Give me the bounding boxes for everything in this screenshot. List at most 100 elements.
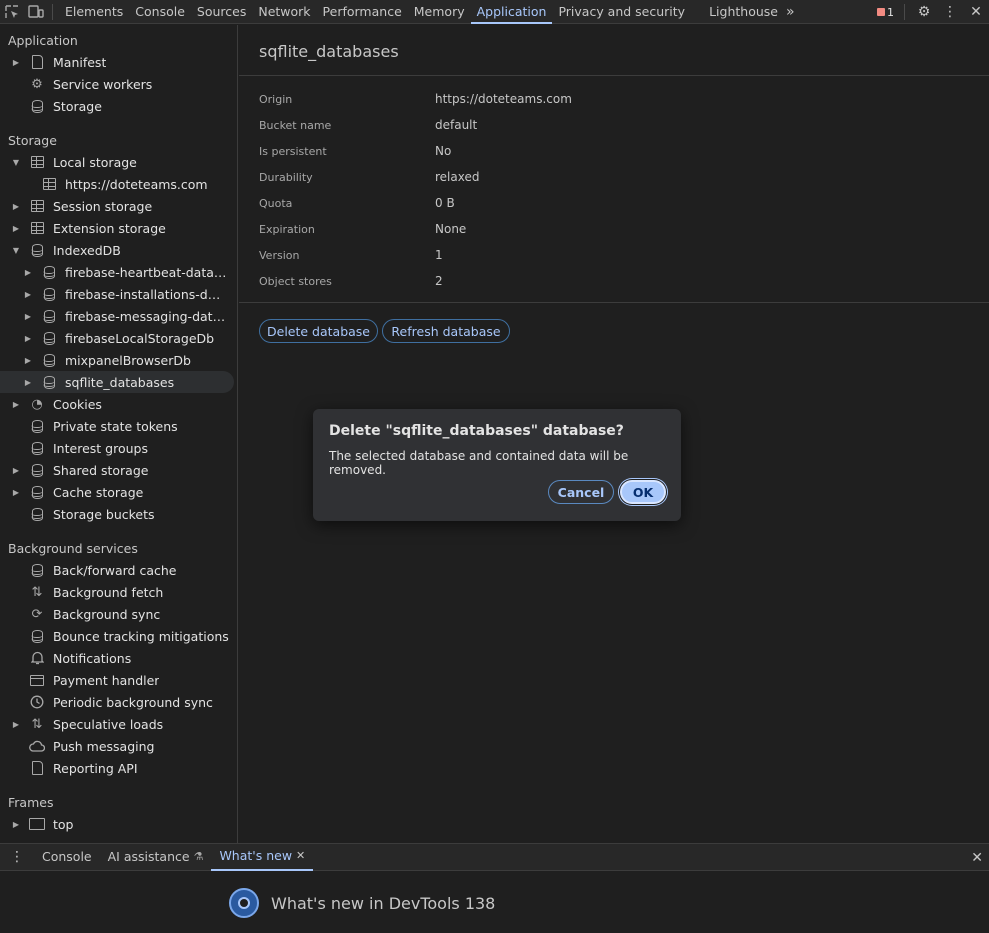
table-icon bbox=[30, 222, 44, 234]
field-value-bucket-name: default bbox=[435, 118, 478, 132]
sidebar-item-shared-storage[interactable]: ▶ Shared storage bbox=[0, 459, 234, 481]
more-tabs-button[interactable]: » bbox=[784, 0, 797, 24]
database-icon bbox=[31, 441, 43, 455]
credit-card-icon bbox=[30, 674, 44, 686]
sidebar-item-reporting-api[interactable]: Reporting API bbox=[0, 757, 234, 779]
page-title: sqflite_databases bbox=[259, 42, 399, 61]
sidebar-item-back-forward-cache[interactable]: Back/forward cache bbox=[0, 559, 234, 581]
expand-arrow-icon[interactable]: ▶ bbox=[23, 378, 33, 387]
tab-performance[interactable]: Performance bbox=[317, 0, 408, 24]
sidebar-item-background-sync[interactable]: ⟳ Background sync bbox=[0, 603, 234, 625]
section-application: Application bbox=[8, 33, 78, 48]
sidebar-item-periodic-background-sync[interactable]: Periodic background sync bbox=[0, 691, 234, 713]
collapse-arrow-icon[interactable]: ▼ bbox=[11, 158, 21, 167]
collapse-arrow-icon[interactable]: ▼ bbox=[11, 246, 21, 255]
database-icon bbox=[31, 507, 43, 521]
up-down-arrows-icon: ⇅ bbox=[31, 716, 43, 732]
sidebar-item-interest-groups[interactable]: Interest groups bbox=[0, 437, 234, 459]
sidebar-item-db-sqflite[interactable]: ▶ sqflite_databases bbox=[0, 371, 234, 393]
sidebar-item-private-state-tokens[interactable]: Private state tokens bbox=[0, 415, 234, 437]
expand-arrow-icon[interactable]: ▶ bbox=[23, 312, 33, 321]
close-tab-icon[interactable]: ✕ bbox=[296, 842, 305, 870]
sidebar-item-cache-storage[interactable]: ▶ Cache storage bbox=[0, 481, 234, 503]
expand-arrow-icon[interactable]: ▶ bbox=[11, 400, 21, 409]
dialog-message: The selected database and contained data… bbox=[329, 449, 629, 477]
expand-arrow-icon[interactable]: ▶ bbox=[11, 224, 21, 233]
sidebar-item-storage-buckets[interactable]: Storage buckets bbox=[0, 503, 234, 525]
device-toolbar-icon[interactable] bbox=[24, 0, 48, 24]
tab-network[interactable]: Network bbox=[252, 0, 316, 24]
sidebar-item-notifications[interactable]: Notifications bbox=[0, 647, 234, 669]
sidebar-item-local-storage[interactable]: ▼ Local storage bbox=[0, 151, 234, 173]
tab-sources[interactable]: Sources bbox=[191, 0, 252, 24]
expand-arrow-icon[interactable]: ▶ bbox=[11, 720, 21, 729]
field-value-origin: https://doteteams.com bbox=[435, 92, 572, 106]
frame-icon bbox=[29, 818, 45, 830]
close-drawer-icon[interactable]: ✕ bbox=[971, 844, 983, 872]
sidebar-item-local-origin[interactable]: https://doteteams.com bbox=[0, 173, 234, 195]
ok-button[interactable]: OK bbox=[620, 480, 666, 504]
sidebar-item-cookies[interactable]: ▶ ◔ Cookies bbox=[0, 393, 234, 415]
sidebar-item-payment-handler[interactable]: Payment handler bbox=[0, 669, 234, 691]
expand-arrow-icon[interactable]: ▶ bbox=[11, 820, 21, 829]
sidebar-item-db-firebase-local-storage[interactable]: ▶ firebaseLocalStorageDb bbox=[0, 327, 234, 349]
sidebar-item-db-firebase-installations[interactable]: ▶firebase-installations-database bbox=[0, 283, 234, 305]
sidebar-item-db-firebase-messaging[interactable]: ▶firebase-messaging-database bbox=[0, 305, 234, 327]
toolbar-divider bbox=[52, 3, 53, 20]
drawer-tabbar: ⋮ Console AI assistance ⚗ What's new ✕ ✕ bbox=[0, 843, 989, 871]
cookie-icon: ◔ bbox=[31, 396, 43, 412]
more-options-icon[interactable]: ⋮ bbox=[937, 0, 963, 24]
tab-memory[interactable]: Memory bbox=[408, 0, 471, 24]
sidebar-item-extension-storage[interactable]: ▶ Extension storage bbox=[0, 217, 234, 239]
sidebar-item-push-messaging[interactable]: Push messaging bbox=[0, 735, 234, 757]
database-icon bbox=[31, 485, 43, 499]
drawer-tab-ai-assistance[interactable]: AI assistance ⚗ bbox=[100, 843, 212, 871]
header-divider bbox=[239, 75, 989, 76]
close-devtools-icon[interactable]: ✕ bbox=[963, 0, 989, 24]
sidebar-item-speculative-loads[interactable]: ▶ ⇅ Speculative loads bbox=[0, 713, 234, 735]
inspect-element-icon[interactable] bbox=[0, 0, 24, 24]
sidebar-item-frame-top[interactable]: ▶ top bbox=[0, 813, 234, 835]
field-value-is-persistent: No bbox=[435, 144, 452, 158]
expand-arrow-icon[interactable]: ▶ bbox=[11, 58, 21, 67]
settings-gear-icon[interactable]: ⚙ bbox=[911, 0, 937, 24]
sidebar-item-storage[interactable]: Storage bbox=[0, 95, 234, 117]
database-icon bbox=[31, 99, 43, 113]
drawer-tab-console[interactable]: Console bbox=[34, 843, 100, 871]
expand-arrow-icon[interactable]: ▶ bbox=[11, 466, 21, 475]
database-icon bbox=[43, 287, 55, 301]
expand-arrow-icon[interactable]: ▶ bbox=[23, 356, 33, 365]
cloud-icon bbox=[29, 740, 45, 752]
sidebar-item-service-workers[interactable]: ⚙ Service workers bbox=[0, 73, 234, 95]
tab-application[interactable]: Application bbox=[470, 0, 553, 24]
drawer-tab-whats-new[interactable]: What's new ✕ bbox=[211, 842, 314, 871]
drawer-menu-icon[interactable]: ⋮ bbox=[0, 843, 34, 871]
field-key-origin: Origin bbox=[259, 93, 293, 106]
delete-confirm-dialog: Delete "sqflite_databases" database? The… bbox=[313, 409, 681, 521]
tab-elements[interactable]: Elements bbox=[59, 0, 129, 24]
sidebar-item-session-storage[interactable]: ▶ Session storage bbox=[0, 195, 234, 217]
flask-icon: ⚗ bbox=[193, 850, 204, 863]
field-key-durability: Durability bbox=[259, 171, 313, 184]
sidebar-item-db-firebase-heartbeat[interactable]: ▶ firebase-heartbeat-database bbox=[0, 261, 234, 283]
tab-console[interactable]: Console bbox=[129, 0, 191, 24]
delete-database-button[interactable]: Delete database bbox=[259, 319, 378, 343]
expand-arrow-icon[interactable]: ▶ bbox=[23, 334, 33, 343]
expand-arrow-icon[interactable]: ▶ bbox=[11, 488, 21, 497]
tab-privacy-and-security[interactable]: Privacy and security bbox=[552, 0, 691, 24]
sidebar-item-indexeddb[interactable]: ▼ IndexedDB bbox=[0, 239, 234, 261]
sidebar-item-manifest[interactable]: ▶ Manifest bbox=[0, 51, 234, 73]
expand-arrow-icon[interactable]: ▶ bbox=[11, 202, 21, 211]
issues-badge[interactable]: 1 bbox=[871, 6, 900, 19]
expand-arrow-icon[interactable]: ▶ bbox=[23, 268, 33, 277]
sidebar-item-bounce-tracking[interactable]: Bounce tracking mitigations bbox=[0, 625, 234, 647]
tab-lighthouse[interactable]: Lighthouse bbox=[703, 0, 784, 24]
expand-arrow-icon[interactable]: ▶ bbox=[23, 290, 33, 299]
sidebar-item-db-mixpanel[interactable]: ▶ mixpanelBrowserDb bbox=[0, 349, 234, 371]
gears-icon: ⚙ bbox=[31, 76, 43, 92]
whats-new-panel: What's new in DevTools 138 bbox=[0, 871, 989, 933]
sidebar-item-background-fetch[interactable]: ⇅ Background fetch bbox=[0, 581, 234, 603]
field-value-durability: relaxed bbox=[435, 170, 480, 184]
refresh-database-button[interactable]: Refresh database bbox=[382, 319, 510, 343]
cancel-button[interactable]: Cancel bbox=[548, 480, 614, 504]
